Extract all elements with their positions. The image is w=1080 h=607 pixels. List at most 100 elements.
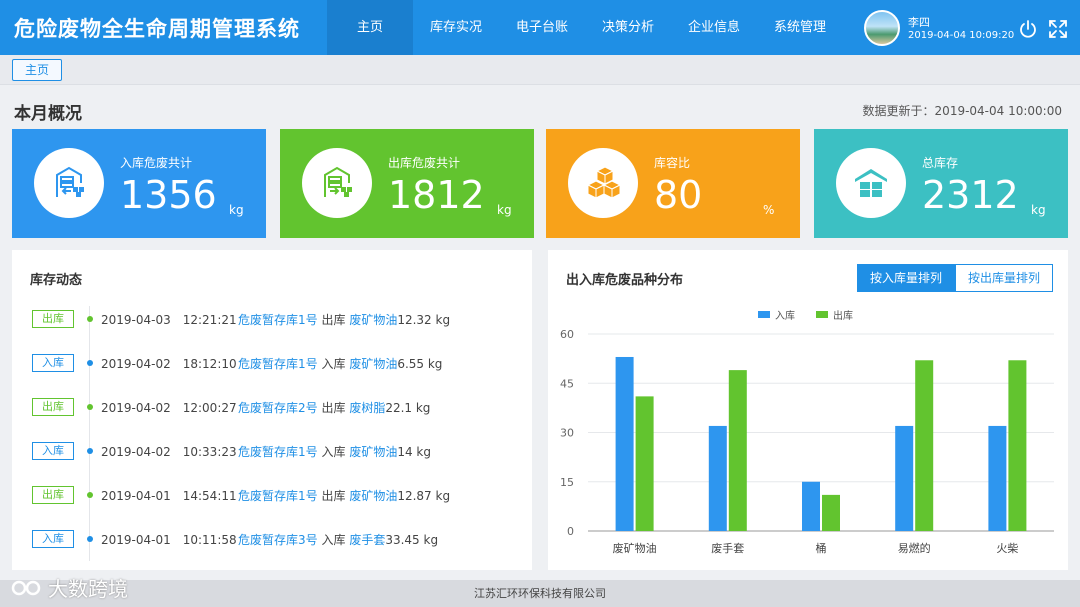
timeline-dot <box>87 536 93 542</box>
x-tick-label: 废手套 <box>711 541 744 555</box>
fullscreen-icon[interactable] <box>1048 19 1068 39</box>
power-icon[interactable] <box>1018 19 1038 39</box>
record-item-link[interactable]: 废矿物油 <box>349 313 397 327</box>
legend-swatch <box>816 311 828 318</box>
record-time: 2019-04-02 18:12:10 <box>101 357 237 371</box>
watermark-logo-icon <box>11 580 41 595</box>
record-time: 2019-04-02 12:00:27 <box>101 401 237 415</box>
record-type-tag: 出库 <box>32 310 74 328</box>
card-capacity-ratio: 库容比 80 % <box>546 129 800 238</box>
x-tick-label: 火柴 <box>996 541 1018 555</box>
record-item-link[interactable]: 废矿物油 <box>349 445 397 459</box>
card-unit: kg <box>229 203 244 217</box>
card-value: 1812 <box>388 173 485 217</box>
y-tick-label: 45 <box>560 377 574 390</box>
card-total-stock: 总库存 2312 kg <box>814 129 1068 238</box>
record-desc: 危废暂存库1号 入库 废矿物油6.55 kg <box>238 355 442 372</box>
app-title: 危险废物全生命周期管理系统 <box>14 17 300 41</box>
overview-title: 本月概况 <box>14 104 82 124</box>
x-tick-label: 桶 <box>816 541 827 555</box>
nav-item-inventory[interactable]: 库存实况 <box>413 0 499 55</box>
inventory-record: 出库 2019-04-02 12:00:27 危废暂存库2号 出库 废树脂22.1 … <box>32 398 522 416</box>
record-action: 出库 <box>321 489 346 503</box>
card-unit: kg <box>497 203 512 217</box>
record-store-link[interactable]: 危废暂存库1号 <box>238 445 318 459</box>
bar-outbound <box>1008 360 1027 531</box>
record-qty: 33.45 kg <box>385 533 439 547</box>
timeline-dot <box>87 448 93 454</box>
footer: 江苏汇环环保科技有限公司 <box>0 580 1080 607</box>
legend-swatch <box>758 311 770 318</box>
nav-item-analysis[interactable]: 决策分析 <box>585 0 671 55</box>
user-name: 李四 <box>908 16 930 29</box>
timeline-dot <box>87 492 93 498</box>
legend-label: 出库 <box>833 309 853 322</box>
record-store-link[interactable]: 危废暂存库2号 <box>238 401 318 415</box>
record-desc: 危废暂存库1号 入库 废矿物油14 kg <box>238 443 431 460</box>
card-label: 出库危废共计 <box>388 156 461 170</box>
record-type-tag: 入库 <box>32 354 74 372</box>
record-qty: 22.1 kg <box>385 401 431 415</box>
user-time: 2019-04-04 10:09:20 <box>908 30 1015 41</box>
record-action: 入库 <box>321 357 346 371</box>
record-time: 2019-04-02 10:33:23 <box>101 445 237 459</box>
record-qty: 12.32 kg <box>397 313 451 327</box>
inventory-record: 出库 2019-04-01 14:54:11 危废暂存库1号 出库 废矿物油12.8… <box>32 486 522 504</box>
user-avatar[interactable] <box>864 10 900 46</box>
record-time: 2019-04-03 12:21:21 <box>101 313 237 327</box>
bar-inbound <box>615 356 634 531</box>
inventory-panel: 库存动态 出库 2019-04-03 12:21:21 危废暂存库1号 出库 废矿物… <box>12 250 532 570</box>
top-header: 危险废物全生命周期管理系统 主页 库存实况 电子台账 决策分析 企业信息 系统管… <box>0 0 1080 55</box>
warehouse-in-icon <box>34 148 104 218</box>
distribution-panel: 出入库危废品种分布 按入库量排列 按出库量排列 0 15 30 45 60 入库 出库 废矿物… <box>548 250 1068 570</box>
record-store-link[interactable]: 危废暂存库3号 <box>238 533 318 547</box>
card-inbound-total: 入库危废共计 1356 kg <box>12 129 266 238</box>
record-action: 入库 <box>321 445 346 459</box>
record-type-tag: 入库 <box>32 530 74 548</box>
y-tick-label: 15 <box>560 476 574 489</box>
card-label: 库容比 <box>654 156 691 170</box>
y-tick-label: 30 <box>560 427 574 440</box>
nav-item-system[interactable]: 系统管理 <box>757 0 843 55</box>
bar-outbound <box>915 360 934 531</box>
bar-inbound <box>988 425 1007 531</box>
bar-inbound <box>895 425 914 531</box>
record-item-link[interactable]: 废树脂 <box>349 401 385 415</box>
boxes-icon <box>568 148 638 218</box>
watermark: 大数跨境 <box>8 573 128 602</box>
record-store-link[interactable]: 危废暂存库1号 <box>238 357 318 371</box>
bar-outbound <box>635 396 654 531</box>
card-value: 1356 <box>120 173 217 217</box>
inventory-title: 库存动态 <box>30 273 83 288</box>
inventory-record: 出库 2019-04-03 12:21:21 危废暂存库1号 出库 废矿物油12.3… <box>32 310 522 328</box>
record-action: 出库 <box>321 313 346 327</box>
record-qty: 6.55 kg <box>397 357 443 371</box>
y-tick-label: 0 <box>567 525 574 538</box>
bar-outbound <box>728 370 747 531</box>
record-item-link[interactable]: 废手套 <box>349 533 385 547</box>
distribution-chart: 0 15 30 45 60 入库 出库废矿物油 废手套 桶 易燃的 火柴 <box>560 309 1054 555</box>
main-nav: 主页 库存实况 电子台账 决策分析 企业信息 系统管理 <box>327 0 843 55</box>
record-store-link[interactable]: 危废暂存库1号 <box>238 489 318 503</box>
watermark-text: 大数跨境 <box>48 577 128 601</box>
record-item-link[interactable]: 废矿物油 <box>349 489 397 503</box>
update-time-label: 数据更新于：2019-04-04 10:00:00 <box>862 104 1062 118</box>
record-type-tag: 出库 <box>32 398 74 416</box>
nav-item-home[interactable]: 主页 <box>327 0 413 55</box>
timeline-dot <box>87 360 93 366</box>
tab-home[interactable]: 主页 <box>12 59 63 81</box>
record-time: 2019-04-01 14:54:11 <box>101 489 237 503</box>
card-value: 2312 <box>922 173 1019 217</box>
record-qty: 14 kg <box>397 445 431 459</box>
bar-inbound <box>708 425 727 531</box>
record-action: 出库 <box>321 401 346 415</box>
card-outbound-total: 出库危废共计 1812 kg <box>280 129 534 238</box>
record-item-link[interactable]: 废矿物油 <box>349 357 397 371</box>
record-time: 2019-04-01 10:11:58 <box>101 533 237 547</box>
breadcrumb: 主页 <box>0 55 1080 85</box>
card-label: 入库危废共计 <box>120 156 193 170</box>
card-label: 总库存 <box>922 156 959 170</box>
nav-item-ledger[interactable]: 电子台账 <box>499 0 585 55</box>
record-store-link[interactable]: 危废暂存库1号 <box>238 313 318 327</box>
nav-item-company[interactable]: 企业信息 <box>671 0 757 55</box>
